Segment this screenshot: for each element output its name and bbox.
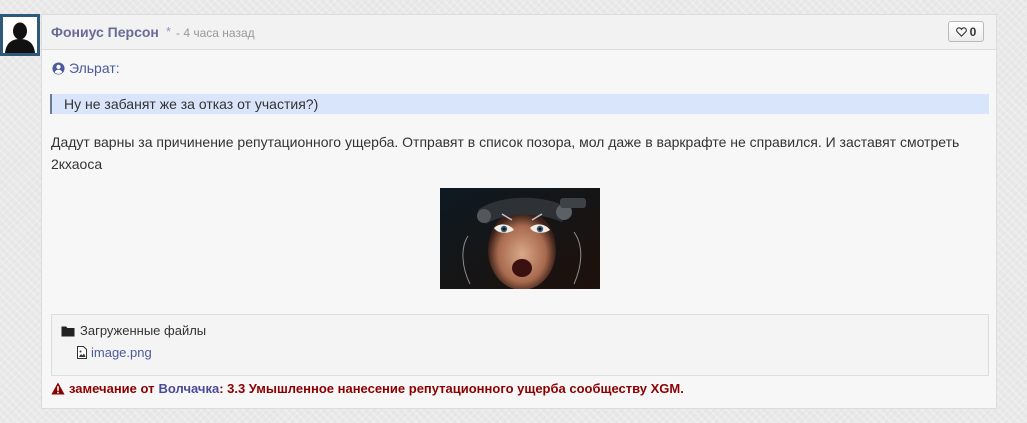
quote-author[interactable]: Эльрат: bbox=[52, 60, 120, 76]
warning-prefix: замечание от bbox=[69, 381, 155, 396]
post-body: Дадут варны за причинение репутационного… bbox=[51, 134, 960, 172]
attachment-file-link[interactable]: image.png bbox=[77, 345, 152, 360]
attachment-file-name: image.png bbox=[91, 345, 152, 360]
like-button[interactable]: 0 bbox=[948, 21, 984, 42]
quote-text: Ну не забанят же за отказ от участия?) bbox=[50, 94, 989, 114]
post-image[interactable] bbox=[440, 188, 600, 289]
attachments-box: Загруженные файлы image.png bbox=[51, 314, 989, 376]
avatar[interactable] bbox=[0, 14, 40, 56]
user-circle-icon bbox=[52, 61, 65, 75]
warning-triangle-icon bbox=[51, 382, 65, 395]
author-mark: * bbox=[166, 24, 172, 39]
warning-text: : 3.3 Умышленное нанесение репутационног… bbox=[219, 381, 684, 396]
user-silhouette-icon bbox=[3, 17, 37, 53]
post-image-picture bbox=[440, 188, 600, 289]
author-name[interactable]: Фониус Персон bbox=[51, 24, 159, 40]
attachments-title: Загруженные файлы bbox=[61, 323, 206, 338]
warning-moderator-link[interactable]: Волчачка bbox=[159, 381, 220, 396]
quote-author-name: Эльрат: bbox=[69, 60, 120, 76]
folder-icon bbox=[61, 326, 75, 336]
file-image-icon bbox=[77, 346, 87, 359]
heart-icon bbox=[955, 26, 967, 37]
moderator-warning: замечание от Волчачка: 3.3 Умышленное на… bbox=[51, 381, 684, 396]
like-count: 0 bbox=[969, 24, 977, 39]
post-header: Фониус Персон * - 4 часа назад 0 bbox=[42, 15, 996, 50]
post-timestamp[interactable]: - 4 часа назад bbox=[176, 26, 255, 40]
post: Фониус Персон * - 4 часа назад 0 Эльрат:… bbox=[41, 14, 997, 409]
attachments-title-text: Загруженные файлы bbox=[80, 323, 207, 338]
